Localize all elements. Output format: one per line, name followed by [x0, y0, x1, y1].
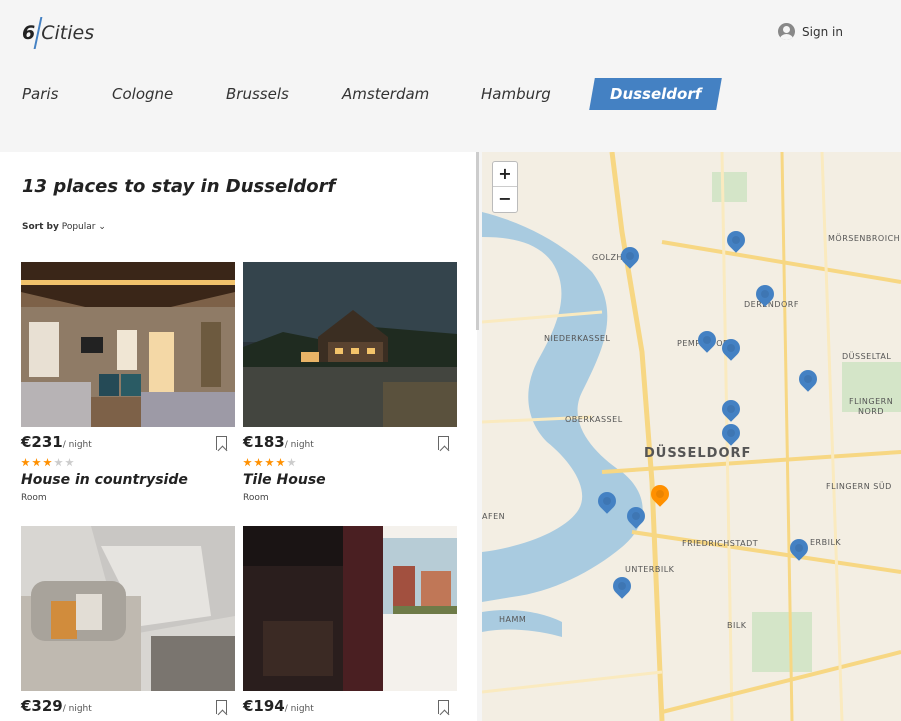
map-label-oberkassel: OBERKASSEL	[565, 415, 623, 424]
map-label-morsenbroich: MÖRSENBROICH	[828, 234, 901, 243]
tab-amsterdam[interactable]: Amsterdam	[342, 78, 429, 110]
map-label-unterbilk: UNTERBILK	[625, 565, 675, 574]
place-image[interactable]	[21, 526, 235, 691]
map-label-flingern-sud: FLINGERN SÜD	[826, 482, 892, 491]
star-icon	[21, 458, 30, 467]
places-title: 13 places to stay in Dusseldorf	[22, 176, 336, 197]
star-icon	[43, 458, 52, 467]
map-label-hafen: AFEN	[482, 512, 506, 521]
night-label: / night	[284, 440, 314, 450]
zoom-out-button[interactable]: −	[493, 187, 517, 212]
bookmark-icon[interactable]	[216, 700, 227, 714]
map-label-friedrichstadt: FRIEDRICHSTADT	[682, 539, 759, 548]
place-card[interactable]: €183/ night Tile House Room	[243, 262, 457, 503]
map-label-oberbilk: ERBILK	[810, 538, 842, 547]
map-label-bilk: BILK	[727, 621, 747, 630]
logo-text: Cities	[41, 22, 95, 44]
map-label-derendorf: DERENDORF	[744, 300, 799, 309]
place-card[interactable]: €231/ night House in countryside Room	[21, 262, 235, 503]
bookmark-icon[interactable]	[438, 700, 449, 714]
tab-cologne[interactable]: Cologne	[112, 78, 173, 110]
price: €194/ night	[243, 697, 314, 715]
bookmark-icon[interactable]	[216, 436, 227, 450]
place-card[interactable]: €329/ night	[21, 526, 235, 715]
star-icon	[54, 458, 63, 467]
tab-paris[interactable]: Paris	[22, 78, 58, 110]
zoom-control: + −	[492, 161, 518, 213]
sign-in-link[interactable]: Sign in	[778, 23, 843, 40]
tab-dusseldorf[interactable]: Dusseldorf	[589, 78, 723, 110]
logo[interactable]: 6 Cities	[22, 17, 95, 49]
sort-dropdown[interactable]: Sort by Popular ⌄	[22, 222, 106, 232]
place-image[interactable]	[21, 262, 235, 427]
price: €231/ night	[21, 433, 92, 451]
map-label-flingern-nord-line2: NORD	[858, 407, 884, 416]
sort-label: Sort by	[22, 222, 59, 232]
star-icon	[32, 458, 41, 467]
star-icon	[265, 458, 274, 467]
city-tabs: Paris Cologne Brussels Amsterdam Hamburg…	[0, 78, 901, 110]
place-type: Room	[21, 493, 47, 503]
price-value: €329	[21, 697, 63, 715]
price-value: €231	[21, 433, 63, 451]
star-icon	[65, 458, 74, 467]
map[interactable]: + − GOLZH MÖRSENBROICH DERENDORF NIEDERK…	[482, 152, 901, 721]
sort-value: Popular	[61, 222, 96, 232]
map-label-hamm: HAMM	[499, 615, 527, 624]
map-label-dusseldorf: DÜSSELDORF	[644, 446, 752, 461]
price-value: €194	[243, 697, 285, 715]
star-icon	[254, 458, 263, 467]
bookmark-icon[interactable]	[438, 436, 449, 450]
map-label-golzheim: GOLZH	[592, 253, 623, 262]
map-label-niederkassel: NIEDERKASSEL	[544, 334, 611, 343]
night-label: / night	[284, 704, 314, 714]
map-label-dusseltal: DÜSSELTAL	[842, 352, 892, 361]
place-card[interactable]: €194/ night	[243, 526, 457, 715]
sign-in-label: Sign in	[802, 24, 843, 39]
price-value: €183	[243, 433, 285, 451]
place-name[interactable]: House in countryside	[21, 472, 188, 488]
page-header: 6 Cities Sign in Paris Cologne Brussels …	[0, 0, 901, 152]
place-image[interactable]	[243, 262, 457, 427]
rating-stars	[21, 458, 76, 467]
place-name[interactable]: Tile House	[243, 472, 326, 488]
night-label: / night	[62, 440, 92, 450]
tab-dusseldorf-label: Dusseldorf	[610, 85, 702, 103]
user-avatar-icon	[778, 23, 795, 40]
price: €183/ night	[243, 433, 314, 451]
star-icon	[287, 458, 296, 467]
place-image[interactable]	[243, 526, 457, 691]
tab-brussels[interactable]: Brussels	[226, 78, 289, 110]
night-label: / night	[62, 704, 92, 714]
zoom-in-button[interactable]: +	[493, 162, 517, 187]
scrollbar[interactable]	[476, 152, 479, 330]
star-icon	[243, 458, 252, 467]
map-label-flingern-nord-line1: FLINGERN	[849, 397, 894, 406]
price: €329/ night	[21, 697, 92, 715]
chevron-down-icon: ⌄	[98, 222, 106, 232]
place-type: Room	[243, 493, 269, 503]
logo-number: 6	[22, 22, 36, 44]
places-list: 13 places to stay in Dusseldorf Sort by …	[0, 152, 477, 721]
tab-hamburg[interactable]: Hamburg	[481, 78, 551, 110]
star-icon	[276, 458, 285, 467]
rating-stars	[243, 458, 298, 467]
